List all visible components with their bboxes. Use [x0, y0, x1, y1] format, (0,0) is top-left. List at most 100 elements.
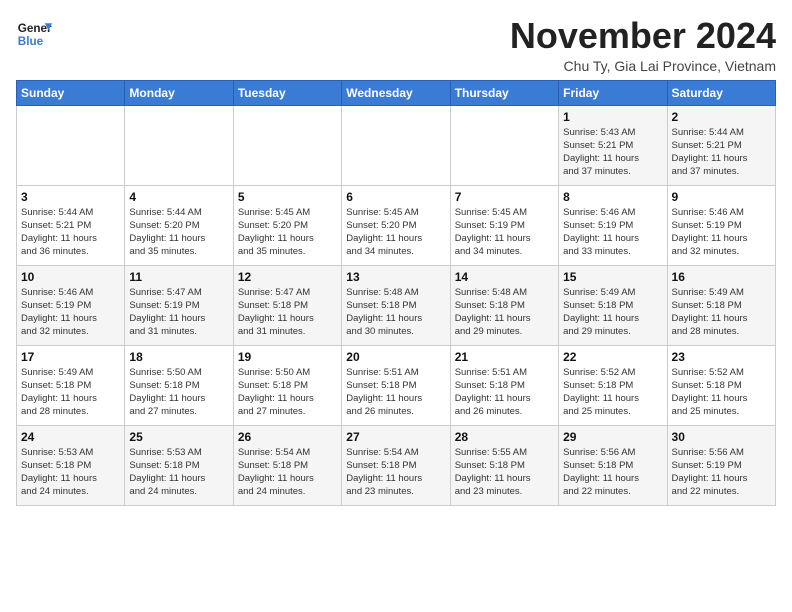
day-number: 13 [346, 270, 445, 284]
day-number: 15 [563, 270, 662, 284]
day-number: 7 [455, 190, 554, 204]
calendar-cell [17, 105, 125, 185]
calendar-cell: 15Sunrise: 5:49 AM Sunset: 5:18 PM Dayli… [559, 265, 667, 345]
calendar-cell [125, 105, 233, 185]
calendar-cell [342, 105, 450, 185]
day-number: 6 [346, 190, 445, 204]
day-number: 1 [563, 110, 662, 124]
calendar-cell: 22 Sunrise: 5:52 AM Sunset: 5:18 PM Dayli… [559, 345, 667, 425]
day-info: Sunrise: 5:48 AM Sunset: 5:18 PM Dayligh… [455, 286, 554, 339]
day-info: Sunrise: 5:46 AM Sunset: 5:19 PM Dayligh… [672, 206, 771, 259]
calendar-week-row: 17 Sunrise: 5:49 AM Sunset: 5:18 PM Dayli… [17, 345, 776, 425]
calendar-cell: 17 Sunrise: 5:49 AM Sunset: 5:18 PM Dayli… [17, 345, 125, 425]
day-info: Sunrise: 5:52 AM Sunset: 5:18 PM Dayligh… [672, 366, 771, 419]
calendar-cell: 11 Sunrise: 5:47 AM Sunset: 5:19 PM Dayli… [125, 265, 233, 345]
day-number: 17 [21, 350, 120, 364]
day-number: 14 [455, 270, 554, 284]
day-number: 27 [346, 430, 445, 444]
day-info: Sunrise: 5:56 AM Sunset: 5:18 PM Dayligh… [563, 446, 662, 499]
col-header-sunday: Sunday [17, 80, 125, 105]
day-number: 25 [129, 430, 228, 444]
svg-text:Blue: Blue [18, 35, 44, 48]
calendar-cell: 8 Sunrise: 5:46 AM Sunset: 5:19 PM Daylig… [559, 185, 667, 265]
day-info: Sunrise: 5:55 AM Sunset: 5:18 PM Dayligh… [455, 446, 554, 499]
calendar-cell: 16Sunrise: 5:49 AM Sunset: 5:18 PM Dayli… [667, 265, 775, 345]
day-info: Sunrise: 5:53 AM Sunset: 5:18 PM Dayligh… [129, 446, 228, 499]
day-number: 23 [672, 350, 771, 364]
col-header-tuesday: Tuesday [233, 80, 341, 105]
calendar-cell: 24 Sunrise: 5:53 AM Sunset: 5:18 PM Dayli… [17, 425, 125, 505]
day-info: Sunrise: 5:51 AM Sunset: 5:18 PM Dayligh… [455, 366, 554, 419]
day-number: 24 [21, 430, 120, 444]
calendar-cell: 30 Sunrise: 5:56 AM Sunset: 5:19 PM Dayli… [667, 425, 775, 505]
logo: General Blue [16, 16, 52, 52]
day-info: Sunrise: 5:49 AM Sunset: 5:18 PM Dayligh… [672, 286, 771, 339]
day-number: 5 [238, 190, 337, 204]
calendar-cell: 26 Sunrise: 5:54 AM Sunset: 5:18 PM Dayli… [233, 425, 341, 505]
day-number: 2 [672, 110, 771, 124]
calendar-cell: 5 Sunrise: 5:45 AM Sunset: 5:20 PM Daylig… [233, 185, 341, 265]
day-number: 21 [455, 350, 554, 364]
day-info: Sunrise: 5:45 AM Sunset: 5:20 PM Dayligh… [346, 206, 445, 259]
day-number: 29 [563, 430, 662, 444]
title-block: November 2024 Chu Ty, Gia Lai Province, … [510, 16, 776, 74]
day-info: Sunrise: 5:54 AM Sunset: 5:18 PM Dayligh… [238, 446, 337, 499]
page-header: General Blue November 2024 Chu Ty, Gia L… [16, 16, 776, 74]
calendar-cell: 23 Sunrise: 5:52 AM Sunset: 5:18 PM Dayli… [667, 345, 775, 425]
col-header-saturday: Saturday [667, 80, 775, 105]
calendar-cell: 25 Sunrise: 5:53 AM Sunset: 5:18 PM Dayli… [125, 425, 233, 505]
day-info: Sunrise: 5:44 AM Sunset: 5:20 PM Dayligh… [129, 206, 228, 259]
day-number: 11 [129, 270, 228, 284]
calendar-cell: 7 Sunrise: 5:45 AM Sunset: 5:19 PM Daylig… [450, 185, 558, 265]
day-info: Sunrise: 5:44 AM Sunset: 5:21 PM Dayligh… [21, 206, 120, 259]
calendar-cell: 1 Sunrise: 5:43 AM Sunset: 5:21 PM Daylig… [559, 105, 667, 185]
day-info: Sunrise: 5:47 AM Sunset: 5:19 PM Dayligh… [129, 286, 228, 339]
day-info: Sunrise: 5:53 AM Sunset: 5:18 PM Dayligh… [21, 446, 120, 499]
col-header-friday: Friday [559, 80, 667, 105]
day-info: Sunrise: 5:56 AM Sunset: 5:19 PM Dayligh… [672, 446, 771, 499]
day-info: Sunrise: 5:45 AM Sunset: 5:20 PM Dayligh… [238, 206, 337, 259]
calendar-cell: 9Sunrise: 5:46 AM Sunset: 5:19 PM Daylig… [667, 185, 775, 265]
calendar-header-row: SundayMondayTuesdayWednesdayThursdayFrid… [17, 80, 776, 105]
day-info: Sunrise: 5:45 AM Sunset: 5:19 PM Dayligh… [455, 206, 554, 259]
day-info: Sunrise: 5:50 AM Sunset: 5:18 PM Dayligh… [129, 366, 228, 419]
location-subtitle: Chu Ty, Gia Lai Province, Vietnam [510, 58, 776, 74]
day-info: Sunrise: 5:43 AM Sunset: 5:21 PM Dayligh… [563, 126, 662, 179]
logo-icon: General Blue [16, 16, 52, 52]
day-info: Sunrise: 5:49 AM Sunset: 5:18 PM Dayligh… [21, 366, 120, 419]
calendar-cell: 20Sunrise: 5:51 AM Sunset: 5:18 PM Dayli… [342, 345, 450, 425]
calendar-cell: 18 Sunrise: 5:50 AM Sunset: 5:18 PM Dayli… [125, 345, 233, 425]
calendar-cell: 27 Sunrise: 5:54 AM Sunset: 5:18 PM Dayli… [342, 425, 450, 505]
calendar-cell: 13Sunrise: 5:48 AM Sunset: 5:18 PM Dayli… [342, 265, 450, 345]
day-number: 30 [672, 430, 771, 444]
month-year-title: November 2024 [510, 16, 776, 56]
calendar-cell: 6 Sunrise: 5:45 AM Sunset: 5:20 PM Daylig… [342, 185, 450, 265]
calendar-cell: 12Sunrise: 5:47 AM Sunset: 5:18 PM Dayli… [233, 265, 341, 345]
col-header-thursday: Thursday [450, 80, 558, 105]
calendar-cell: 3Sunrise: 5:44 AM Sunset: 5:21 PM Daylig… [17, 185, 125, 265]
day-number: 26 [238, 430, 337, 444]
calendar-week-row: 10 Sunrise: 5:46 AM Sunset: 5:19 PM Dayli… [17, 265, 776, 345]
day-number: 22 [563, 350, 662, 364]
calendar-cell: 10 Sunrise: 5:46 AM Sunset: 5:19 PM Dayli… [17, 265, 125, 345]
day-number: 10 [21, 270, 120, 284]
day-info: Sunrise: 5:46 AM Sunset: 5:19 PM Dayligh… [21, 286, 120, 339]
day-info: Sunrise: 5:46 AM Sunset: 5:19 PM Dayligh… [563, 206, 662, 259]
day-number: 8 [563, 190, 662, 204]
day-number: 18 [129, 350, 228, 364]
calendar-cell [450, 105, 558, 185]
day-number: 28 [455, 430, 554, 444]
calendar-cell: 29 Sunrise: 5:56 AM Sunset: 5:18 PM Dayli… [559, 425, 667, 505]
calendar-table: SundayMondayTuesdayWednesdayThursdayFrid… [16, 80, 776, 506]
calendar-cell: 4Sunrise: 5:44 AM Sunset: 5:20 PM Daylig… [125, 185, 233, 265]
day-info: Sunrise: 5:50 AM Sunset: 5:18 PM Dayligh… [238, 366, 337, 419]
col-header-monday: Monday [125, 80, 233, 105]
calendar-cell: 2 Sunrise: 5:44 AM Sunset: 5:21 PM Daylig… [667, 105, 775, 185]
calendar-cell [233, 105, 341, 185]
calendar-week-row: 1 Sunrise: 5:43 AM Sunset: 5:21 PM Daylig… [17, 105, 776, 185]
day-number: 20 [346, 350, 445, 364]
day-info: Sunrise: 5:44 AM Sunset: 5:21 PM Dayligh… [672, 126, 771, 179]
day-info: Sunrise: 5:52 AM Sunset: 5:18 PM Dayligh… [563, 366, 662, 419]
day-info: Sunrise: 5:54 AM Sunset: 5:18 PM Dayligh… [346, 446, 445, 499]
day-number: 12 [238, 270, 337, 284]
